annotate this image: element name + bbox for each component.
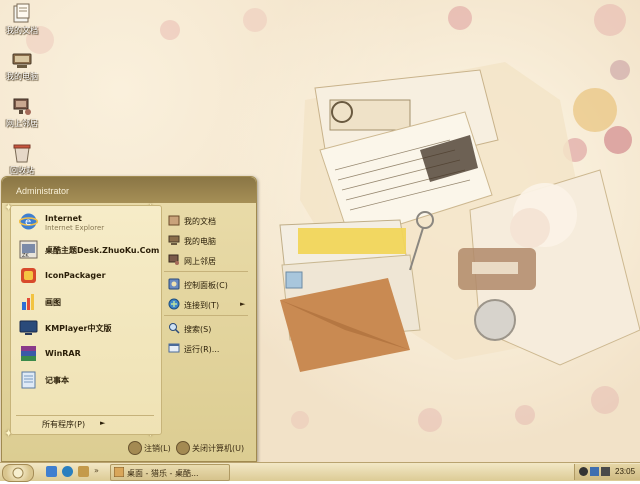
arrow-right-icon: ► — [240, 300, 246, 308]
desktop-icon-label: 网上邻居 — [6, 119, 38, 128]
svg-text:e: e — [25, 217, 31, 228]
all-programs-button[interactable]: 所有程序(P) — [42, 419, 85, 430]
program-name: 桌酷主题Desk.ZhuoKu.Com — [45, 246, 160, 255]
tray-network-icon[interactable] — [590, 467, 599, 476]
network-icon — [13, 98, 31, 115]
svg-text:ZK: ZK — [22, 253, 29, 259]
iconpackager-icon — [21, 268, 36, 283]
place-network[interactable]: 网上邻居 — [168, 253, 252, 269]
program-winrar[interactable]: WinRAR — [15, 342, 159, 366]
computer-icon — [12, 53, 32, 68]
winrar-icon — [21, 346, 36, 361]
program-name: IconPackager — [45, 271, 106, 280]
power-icon — [176, 441, 190, 455]
quick-launch-ie-icon[interactable] — [46, 466, 57, 477]
desktop-icon-recycle-bin[interactable]: 回收站 — [0, 142, 44, 176]
notepad-icon — [21, 371, 36, 389]
run-icon — [168, 343, 180, 353]
quick-launch-expand-icon[interactable]: » — [94, 466, 99, 475]
places-divider — [164, 315, 248, 316]
program-name: WinRAR — [45, 349, 81, 358]
place-label: 搜索(S) — [184, 325, 212, 334]
start-orb-icon — [12, 467, 24, 479]
program-name: Internet — [45, 214, 82, 223]
place-label: 网上邻居 — [184, 257, 216, 266]
place-label: 连接到(T) — [184, 301, 220, 310]
start-menu-places-pane: 我的文档 我的电脑 网上邻居 控制面板(C) 连接到(T) ► 搜索(S) 运行… — [164, 207, 252, 393]
program-paint[interactable]: 画图 — [15, 290, 159, 314]
tray-users-icon[interactable] — [579, 467, 588, 476]
connect-icon — [168, 298, 180, 310]
logoff-icon — [128, 441, 142, 455]
program-name: 画图 — [45, 298, 61, 307]
program-zhuoku-theme[interactable]: ZK 桌酷主题Desk.ZhuoKu.Com — [15, 238, 159, 262]
folder-documents-icon — [13, 3, 30, 23]
all-programs-divider — [16, 415, 154, 416]
arrow-right-icon: ► — [100, 419, 106, 427]
control-panel-icon — [168, 278, 180, 290]
place-label: 控制面板(C) — [184, 281, 228, 290]
quick-launch-media-icon[interactable] — [62, 466, 73, 477]
start-menu-footer: 注销(L) 关闭计算机(U) — [2, 435, 256, 461]
paint-icon — [22, 294, 34, 310]
desktop-icon-label: 回收站 — [10, 166, 34, 175]
place-my-documents[interactable]: 我的文档 — [168, 213, 252, 229]
start-button[interactable] — [2, 464, 34, 482]
place-label: 运行(R)... — [184, 345, 220, 354]
user-name: Administrator — [16, 186, 70, 196]
taskbar: » 桌面 - 猎乐 - 桌酷... 23:05 — [0, 462, 640, 482]
internet-explorer-icon: e — [19, 213, 38, 230]
connect-to[interactable]: 连接到(T) ► — [168, 297, 252, 313]
places-divider — [164, 271, 248, 272]
desktop-icon-my-documents[interactable]: 我的文档 — [0, 2, 44, 36]
shutdown-button[interactable]: 关闭计算机(U) — [176, 441, 252, 455]
place-label: 我的文档 — [184, 217, 216, 226]
search[interactable]: 搜索(S) — [168, 321, 252, 337]
program-name: 记事本 — [45, 376, 69, 385]
desktop-icon-label: 我的文档 — [6, 26, 38, 35]
program-kmplayer[interactable]: KMPlayer中文版 — [15, 316, 159, 340]
desktop-icon-label: 我的电脑 — [6, 72, 38, 81]
program-iconpackager[interactable]: IconPackager — [15, 264, 159, 288]
kmplayer-icon — [19, 320, 38, 335]
network-icon — [168, 254, 179, 265]
start-menu: Administrator ✦ ✦ ✦ ✦ e Internet Interne… — [1, 176, 257, 462]
taskbar-window-label: 桌面 - 猎乐 - 桌酷... — [127, 469, 199, 478]
window-icon — [114, 467, 124, 477]
start-menu-programs-pane: e Internet Internet Explorer ZK 桌酷主题Desk… — [10, 205, 162, 435]
clock: 23:05 — [615, 467, 636, 476]
system-tray: 23:05 — [574, 464, 640, 480]
shutdown-label: 关闭计算机(U) — [192, 444, 245, 453]
zhuoku-icon: ZK — [19, 240, 38, 259]
logoff-button[interactable]: 注销(L) — [128, 441, 174, 455]
program-internet-explorer[interactable]: e Internet Internet Explorer — [15, 210, 159, 234]
recycle-bin-icon — [13, 144, 31, 163]
tray-volume-icon[interactable] — [601, 467, 610, 476]
documents-icon — [168, 215, 180, 226]
logoff-label: 注销(L) — [144, 444, 171, 453]
control-panel[interactable]: 控制面板(C) — [168, 277, 252, 293]
desktop-icon-network[interactable]: 网上邻居 — [0, 95, 44, 129]
taskbar-window-button[interactable]: 桌面 - 猎乐 - 桌酷... — [110, 464, 230, 481]
quick-launch-desktop-icon[interactable] — [78, 466, 89, 477]
start-menu-header: Administrator — [2, 177, 256, 203]
place-label: 我的电脑 — [184, 237, 216, 246]
computer-icon — [168, 235, 180, 245]
run[interactable]: 运行(R)... — [168, 341, 252, 357]
program-description: Internet Explorer — [45, 224, 105, 232]
search-icon — [169, 323, 180, 334]
desktop-icon-my-computer[interactable]: 我的电脑 — [0, 48, 44, 82]
program-notepad[interactable]: 记事本 — [15, 368, 159, 392]
place-my-computer[interactable]: 我的电脑 — [168, 233, 252, 249]
program-name: KMPlayer中文版 — [45, 324, 112, 333]
